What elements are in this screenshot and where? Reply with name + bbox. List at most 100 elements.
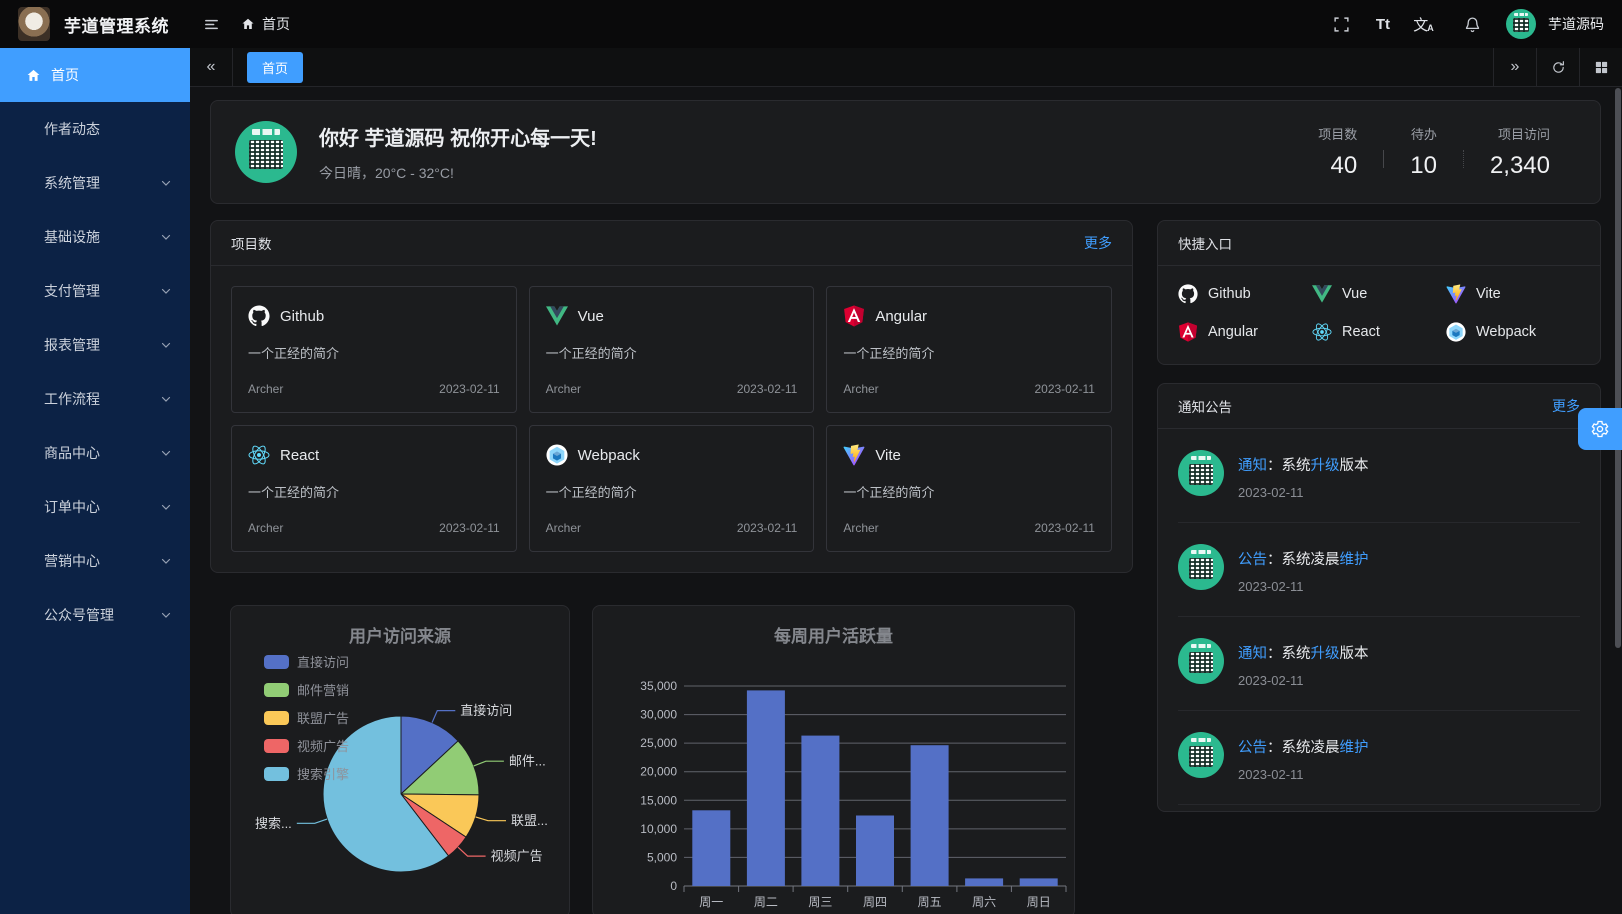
sidebar-item-基础设施[interactable]: 基础设施 — [0, 210, 190, 264]
legend-swatch — [264, 739, 289, 753]
project-date: 2023-02-11 — [737, 521, 798, 535]
sidebar-item-首页[interactable]: 首页 — [0, 48, 190, 102]
project-card-React[interactable]: React一个正经的简介Archer2023-02-11 — [231, 425, 517, 552]
bar-周六[interactable] — [965, 878, 1003, 886]
notice-item[interactable]: 通知：系统升级版本 2023-02-11 — [1178, 429, 1580, 523]
sidebar-item-label: 商品中心 — [44, 443, 100, 463]
notice-title: 通知：系统升级版本 — [1238, 454, 1369, 475]
home-icon — [241, 17, 255, 31]
refresh-icon[interactable] — [1536, 48, 1579, 86]
shortcut-Github[interactable]: Github — [1178, 284, 1312, 304]
bar-周一[interactable] — [692, 810, 730, 886]
shortcut-Webpack[interactable]: Webpack — [1446, 322, 1580, 342]
stat-项目数: 项目数40 — [1292, 124, 1383, 180]
stat-待办: 待办10 — [1384, 124, 1463, 180]
language-icon[interactable]: 文A — [1410, 10, 1438, 38]
bar-周四[interactable] — [856, 816, 894, 887]
layout-grid-icon[interactable] — [1579, 48, 1622, 86]
tab-bar: « 首页 » — [190, 48, 1622, 87]
scrollbar-thumb[interactable] — [1615, 88, 1621, 648]
y-tick-label: 10,000 — [640, 822, 677, 836]
legend-item-邮件营销[interactable]: 邮件营销 — [264, 680, 349, 699]
project-card-Github[interactable]: Github一个正经的简介Archer2023-02-11 — [231, 286, 517, 413]
tab-首页[interactable]: 首页 — [247, 52, 303, 83]
font-size-icon[interactable]: Tt — [1376, 10, 1390, 38]
shortcut-Vite[interactable]: Vite — [1446, 284, 1580, 304]
sidebar-item-报表管理[interactable]: 报表管理 — [0, 318, 190, 372]
breadcrumb[interactable]: 首页 — [241, 14, 290, 34]
github-icon — [1178, 284, 1198, 304]
pie-callout-label: 直接访问 — [460, 703, 512, 718]
collapse-sidebar-button[interactable]: « — [190, 48, 233, 86]
notice-item[interactable]: 公告：系统凌晨维护2023-02-11 — [1178, 523, 1580, 617]
chevron-down-icon — [160, 555, 172, 567]
project-name: React — [280, 447, 319, 464]
projects-more-link[interactable]: 更多 — [1084, 233, 1112, 253]
bar-chart: 05,00010,00015,00020,00025,00030,00035,0… — [593, 606, 1076, 914]
expand-tabs-button[interactable]: » — [1493, 48, 1536, 86]
user-avatar[interactable] — [1506, 9, 1536, 39]
project-desc: 一个正经的简介 — [248, 482, 500, 501]
sidebar-item-label: 支付管理 — [44, 281, 100, 301]
sidebar-item-工作流程[interactable]: 工作流程 — [0, 372, 190, 426]
vite-icon — [1446, 284, 1466, 304]
legend-item-视频广告[interactable]: 视频广告 — [264, 736, 349, 755]
project-author: Archer — [248, 382, 283, 396]
sidebar-item-商品中心[interactable]: 商品中心 — [0, 426, 190, 480]
notice-avatar — [1178, 732, 1224, 778]
stat-项目访问: 项目访问2,340 — [1464, 124, 1576, 180]
greeting-subtitle: 今日晴，20°C - 32°C! — [319, 163, 597, 183]
sidebar-item-作者动态[interactable]: 作者动态 — [0, 102, 190, 156]
react-icon — [248, 444, 270, 466]
shortcut-Angular[interactable]: Angular — [1178, 322, 1312, 342]
project-card-Vite[interactable]: Vite一个正经的简介Archer2023-02-11 — [826, 425, 1112, 552]
legend-item-搜索引擎[interactable]: 搜索引擎 — [264, 764, 349, 783]
shortcut-React[interactable]: React — [1312, 322, 1446, 342]
panel-title: 项目数 — [231, 233, 272, 253]
bell-icon[interactable] — [1458, 10, 1486, 38]
project-name: Vue — [578, 308, 604, 325]
project-name: Github — [280, 308, 324, 325]
scrollbar[interactable] — [1615, 88, 1621, 912]
project-card-Vue[interactable]: Vue一个正经的简介Archer2023-02-11 — [529, 286, 815, 413]
sidebar-item-系统管理[interactable]: 系统管理 — [0, 156, 190, 210]
bar-周三[interactable] — [801, 736, 839, 886]
sidebar-item-订单中心[interactable]: 订单中心 — [0, 480, 190, 534]
chevron-down-icon — [160, 501, 172, 513]
legend-item-直接访问[interactable]: 直接访问 — [264, 652, 349, 671]
hamburger-menu-icon[interactable] — [197, 10, 225, 38]
notice-date: 2023-02-11 — [1238, 767, 1369, 782]
open-tabs: 首页 — [233, 48, 1493, 86]
theme-settings-button[interactable] — [1578, 408, 1622, 450]
x-tick-label: 周五 — [918, 895, 942, 909]
notice-item[interactable]: 通知：系统升级版本2023-02-11 — [1178, 617, 1580, 711]
x-tick-label: 周二 — [754, 895, 778, 909]
pie-callout-label: 搜索... — [255, 816, 292, 831]
sidebar-item-label: 公众号管理 — [44, 605, 114, 625]
bar-周五[interactable] — [911, 745, 949, 886]
greeting-card: 你好 芋道源码 祝你开心每一天! 今日晴，20°C - 32°C! 项目数40待… — [210, 100, 1601, 204]
project-card-Angular[interactable]: Angular一个正经的简介Archer2023-02-11 — [826, 286, 1112, 413]
home-icon — [26, 68, 41, 83]
notices-more-link[interactable]: 更多 — [1552, 396, 1580, 416]
notice-item[interactable]: 公告：系统凌晨维护2023-02-11 — [1178, 711, 1580, 805]
sidebar-item-营销中心[interactable]: 营销中心 — [0, 534, 190, 588]
bar-周二[interactable] — [747, 690, 785, 886]
sidebar-item-公众号管理[interactable]: 公众号管理 — [0, 588, 190, 642]
project-date: 2023-02-11 — [439, 521, 500, 535]
x-tick-label: 周一 — [699, 895, 723, 909]
shortcut-Vue[interactable]: Vue — [1312, 284, 1446, 304]
chevron-down-icon — [160, 177, 172, 189]
legend-item-联盟广告[interactable]: 联盟广告 — [264, 708, 349, 727]
sidebar-item-支付管理[interactable]: 支付管理 — [0, 264, 190, 318]
project-card-Webpack[interactable]: Webpack一个正经的简介Archer2023-02-11 — [529, 425, 815, 552]
angular-icon — [843, 305, 865, 327]
shortcuts-panel: 快捷入口 GithubVueVite AngularReactWebpack — [1157, 220, 1601, 365]
panel-title: 快捷入口 — [1178, 233, 1232, 253]
stat-value: 10 — [1410, 152, 1437, 180]
project-author: Archer — [843, 382, 878, 396]
bar-周日[interactable] — [1020, 878, 1058, 886]
user-name[interactable]: 芋道源码 — [1548, 14, 1604, 34]
notice-date: 2023-02-11 — [1238, 485, 1369, 500]
fullscreen-icon[interactable] — [1328, 10, 1356, 38]
